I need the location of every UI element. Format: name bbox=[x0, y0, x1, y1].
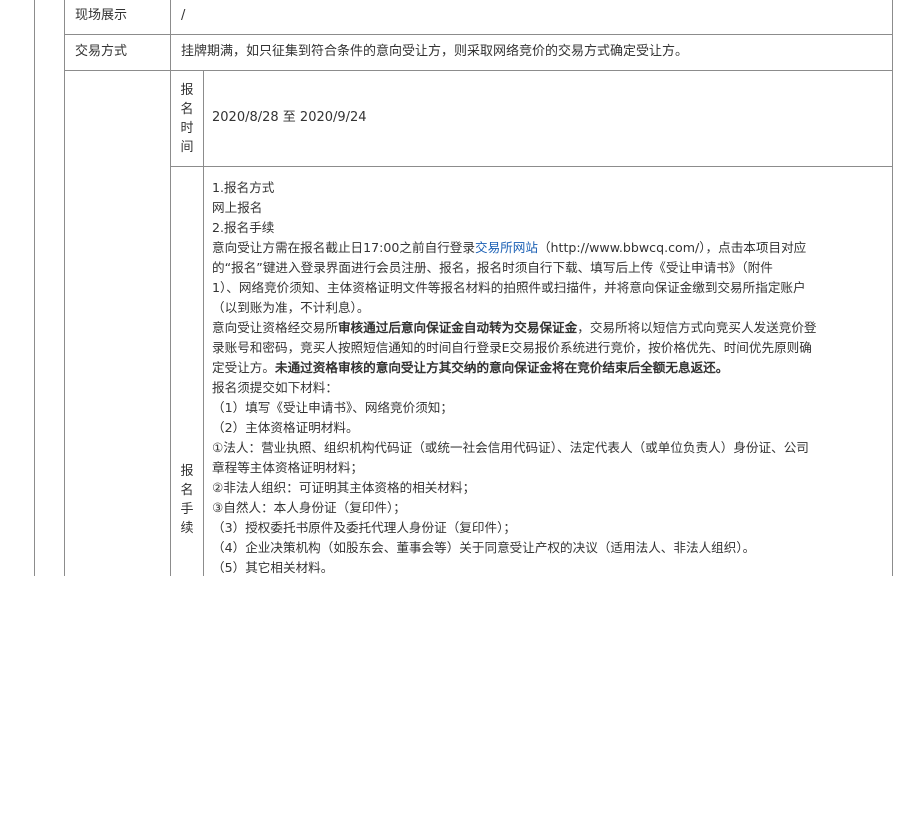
procedure-line: 网上报名 bbox=[212, 200, 263, 215]
reg-time-label-char: 报 bbox=[180, 82, 194, 98]
procedure-line: 报名须提交如下材料： bbox=[212, 380, 338, 395]
exchange-website-link[interactable]: 交易所网站 bbox=[475, 240, 538, 255]
procedure-line: 2.报名手续 bbox=[212, 220, 275, 235]
table-border bbox=[64, 0, 65, 576]
procedure-text: 定受让方。 bbox=[212, 360, 275, 375]
procedure-line: ①法人：营业执照、组织机构代码证（或统一社会信用代码证）、法定代表人（或单位负责… bbox=[212, 440, 809, 455]
listing-detail-table: 现场展示 / 交易方式 挂牌期满，如只征集到符合条件的意向受让方，则采取网络竞价… bbox=[0, 0, 898, 576]
table-border bbox=[892, 0, 893, 576]
reg-procedure-label-char: 续 bbox=[180, 520, 194, 536]
procedure-bold-text: 审核通过后意向保证金自动转为交易保证金 bbox=[337, 320, 578, 335]
reg-time-label-char: 间 bbox=[180, 139, 194, 155]
reg-procedure-label-char: 名 bbox=[180, 482, 194, 498]
reg-time-value: 2020/8/28 至 2020/9/24 bbox=[212, 110, 367, 125]
procedure-text: （http://www.bbwcq.com/），点击本项目对应 bbox=[537, 240, 807, 255]
reg-time-label-char: 名 bbox=[180, 101, 194, 117]
procedure-text: ，交易所将以短信方式向竞买人发送竞价登 bbox=[577, 320, 817, 335]
display-label: 现场展示 bbox=[75, 8, 128, 23]
procedure-line: （3）授权委托书原件及委托代理人身份证（复印件）； bbox=[212, 520, 516, 535]
procedure-line: ②非法人组织：可证明其主体资格的相关材料； bbox=[212, 480, 476, 495]
procedure-line: 意向受让方需在报名截止日17:00之前自行登录交易所网站（http://www.… bbox=[212, 238, 890, 258]
reg-procedure-label-char: 报 bbox=[180, 463, 194, 479]
procedure-bold-text: 未通过资格审核的意向受让方其交纳的意向保证金将在竞价结束后全额无息返还。 bbox=[274, 360, 729, 375]
procedure-line: （2）主体资格证明材料。 bbox=[212, 420, 359, 435]
reg-time-label-char: 时 bbox=[180, 120, 194, 136]
table-border bbox=[170, 166, 893, 167]
procedure-line: 的“报名”键进入登录界面进行会员注册、报名，报名时须自行下载、填写后上传《受让申… bbox=[212, 260, 773, 275]
registration-procedure-text: 1.报名方式 网上报名 2.报名手续 意向受让方需在报名截止日17:00之前自行… bbox=[212, 178, 890, 578]
procedure-text: 意向受让资格经交易所 bbox=[212, 320, 338, 335]
procedure-line: 录账号和密码，竞买人按照短信通知的时间自行登录E交易报价系统进行竞价，按价格优先… bbox=[212, 340, 812, 355]
trade-method-label: 交易方式 bbox=[75, 44, 128, 59]
procedure-line: 意向受让资格经交易所审核通过后意向保证金自动转为交易保证金，交易所将以短信方式向… bbox=[212, 318, 890, 338]
procedure-line: 1.报名方式 bbox=[212, 180, 275, 195]
procedure-line: 1）、网络竞价须知、主体资格证明文件等报名材料的拍照件或扫描件，并将意向保证金缴… bbox=[212, 280, 806, 295]
procedure-line: 章程等主体资格证明材料； bbox=[212, 460, 364, 475]
procedure-text: 意向受让方需在报名截止日17:00之前自行登录 bbox=[212, 240, 475, 255]
table-border bbox=[203, 70, 204, 576]
table-border bbox=[64, 34, 893, 35]
display-value: / bbox=[181, 8, 186, 23]
table-border bbox=[34, 0, 35, 576]
reg-time-label: 报 名 时 间 bbox=[171, 71, 203, 166]
procedure-line: （5）其它相关材料。 bbox=[212, 560, 334, 575]
procedure-line: 定受让方。未通过资格审核的意向受让方其交纳的意向保证金将在竞价结束后全额无息返还… bbox=[212, 358, 890, 378]
trade-method-value: 挂牌期满，如只征集到符合条件的意向受让方，则采取网络竞价的交易方式确定受让方。 bbox=[181, 44, 689, 59]
procedure-line: （1）填写《受让申请书》、网络竞价须知； bbox=[212, 400, 453, 415]
procedure-line: （4）企业决策机构（如股东会、董事会等）关于同意受让产权的决议（适用法人、非法人… bbox=[212, 540, 756, 555]
procedure-line: （以到账为准，不计利息）。 bbox=[212, 300, 370, 315]
procedure-line: ③自然人：本人身份证（复印件）； bbox=[212, 500, 406, 515]
reg-procedure-label: 报 名 手 续 bbox=[171, 167, 203, 832]
reg-procedure-label-char: 手 bbox=[180, 501, 194, 517]
